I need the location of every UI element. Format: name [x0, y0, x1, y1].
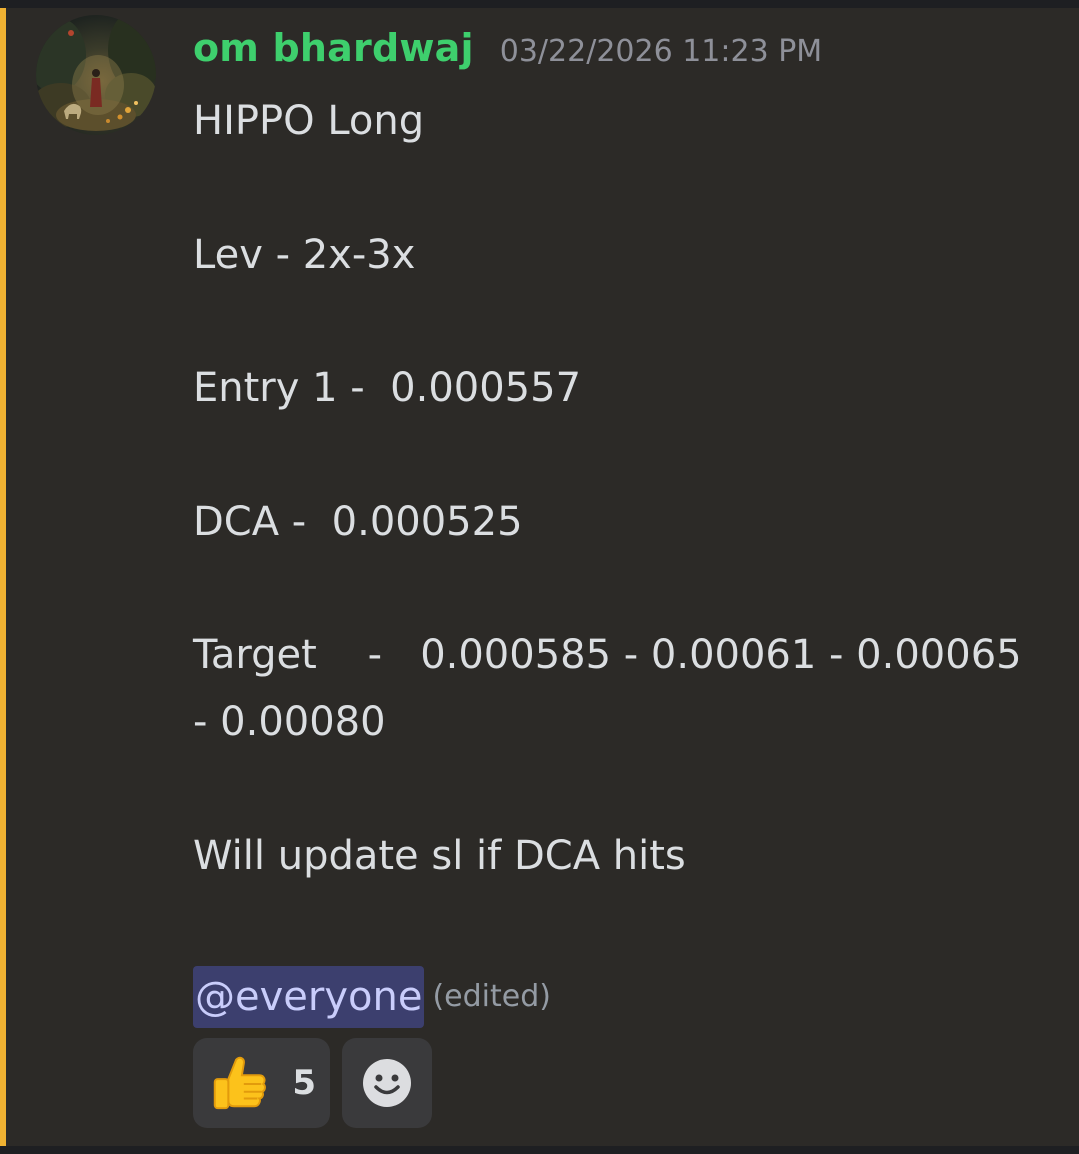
message-line: Target - 0.000585 - 0.00061 - 0.00065: [193, 632, 1022, 679]
message-line: Lev - 2x-3x: [193, 231, 416, 278]
chat-message: om bhardwaj 03/22/2026 11:23 PM HIPPO Lo…: [6, 8, 1079, 1146]
top-divider: [0, 0, 1079, 8]
add-reaction-button[interactable]: [342, 1038, 432, 1128]
username[interactable]: om bhardwaj: [193, 26, 474, 70]
message-line: DCA - 0.000525: [193, 498, 523, 545]
message-line: Will update sl if DCA hits: [193, 832, 686, 879]
reaction-count: 5: [292, 1063, 316, 1103]
reactions-bar: 5: [193, 1038, 432, 1128]
avatar-image: [36, 15, 156, 131]
bottom-divider: [0, 1146, 1079, 1154]
thumbs-up-reaction-button[interactable]: 5: [193, 1038, 330, 1128]
message-header: om bhardwaj 03/22/2026 11:23 PM: [193, 26, 822, 70]
message-content: HIPPO Long Lev - 2x-3x Entry 1 - 0.00055…: [193, 88, 1053, 1030]
everyone-mention[interactable]: @everyone: [193, 966, 425, 1029]
edited-label: (edited): [432, 978, 551, 1014]
smiley-face-icon: [363, 1059, 411, 1107]
message-line: - 0.00080: [193, 699, 386, 746]
timestamp[interactable]: 03/22/2026 11:23 PM: [500, 34, 822, 69]
thumbs-up-emoji: [213, 1056, 266, 1110]
message-line: Entry 1 - 0.000557: [193, 365, 582, 412]
avatar[interactable]: [36, 15, 156, 135]
message-line: HIPPO Long: [193, 98, 425, 144]
mention-row: @everyone (edited): [193, 964, 1053, 1030]
